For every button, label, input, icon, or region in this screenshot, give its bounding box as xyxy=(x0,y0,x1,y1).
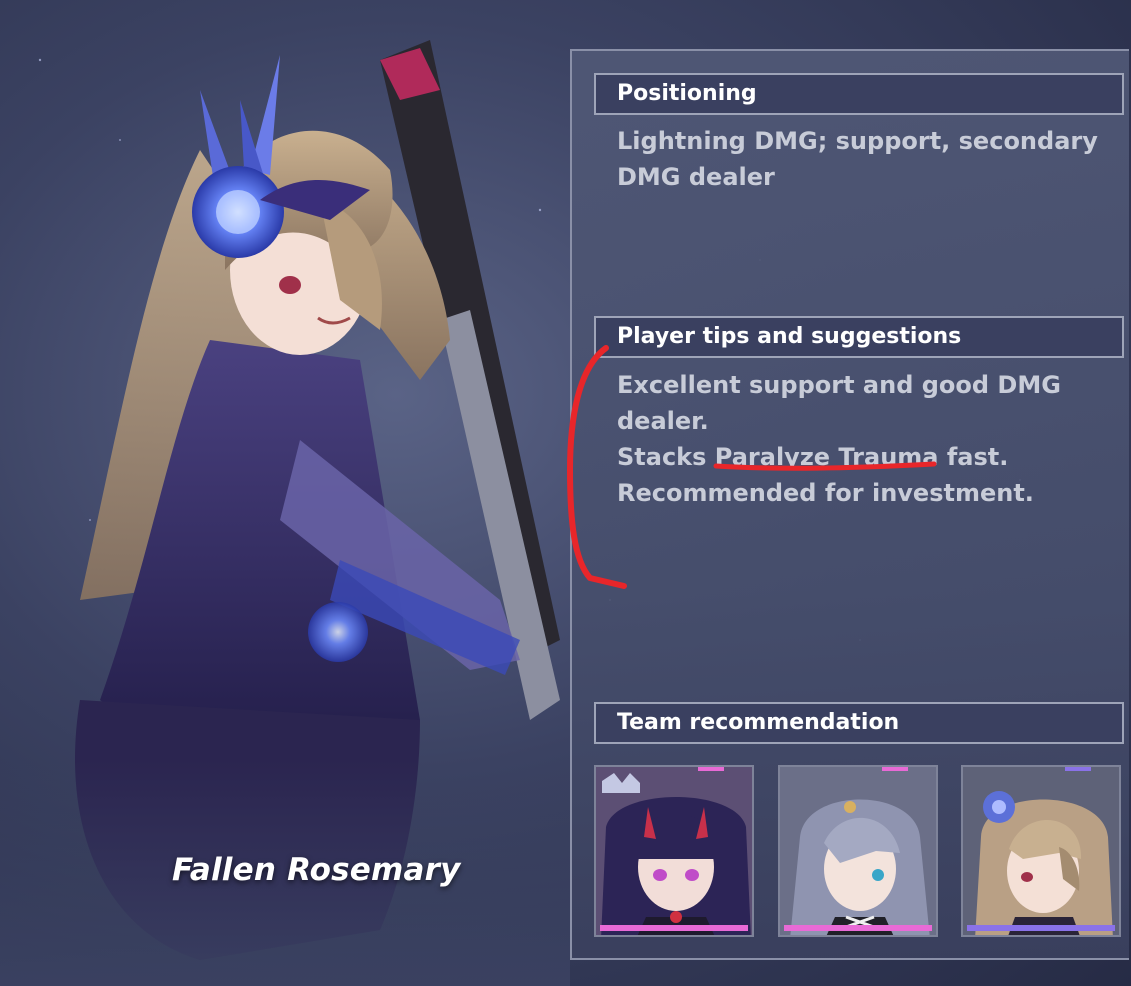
card-accent-tick xyxy=(698,767,724,771)
tips-text: Excellent support and good DMG dealer. S… xyxy=(617,367,1097,511)
team-header: Team recommendation xyxy=(594,702,1124,744)
character-art xyxy=(0,40,570,986)
dark-haired-horned-valkyrie-portrait xyxy=(596,767,752,935)
tips-line: Stacks Paralyze Trauma fast. xyxy=(617,443,1009,471)
team-member-card[interactable] xyxy=(594,765,754,937)
team-member-card[interactable] xyxy=(961,765,1121,937)
info-panel: Positioning Lightning DMG; support, seco… xyxy=(570,49,1129,960)
card-accent-bar xyxy=(967,925,1115,931)
positioning-text: Lightning DMG; support, secondary DMG de… xyxy=(617,123,1098,195)
team-member-card[interactable] xyxy=(778,765,938,937)
positioning-line: DMG dealer xyxy=(617,163,775,191)
card-accent-tick xyxy=(882,767,908,771)
positioning-line: Lightning DMG; support, secondary xyxy=(617,127,1098,155)
tips-header: Player tips and suggestions xyxy=(594,316,1124,358)
positioning-header: Positioning xyxy=(594,73,1124,115)
card-accent-bar xyxy=(600,925,748,931)
character-info-screen: Fallen Rosemary Positioning Lightning DM… xyxy=(0,0,1131,986)
tips-line: dealer. xyxy=(617,407,709,435)
tips-line: Recommended for investment. xyxy=(617,479,1034,507)
fallen-rosemary-portrait xyxy=(963,767,1119,935)
character-name: Fallen Rosemary xyxy=(172,852,461,888)
silver-haired-valkyrie-portrait xyxy=(780,767,936,935)
card-accent-tick xyxy=(1065,767,1091,771)
card-accent-bar xyxy=(784,925,932,931)
tips-line: Excellent support and good DMG xyxy=(617,371,1061,399)
